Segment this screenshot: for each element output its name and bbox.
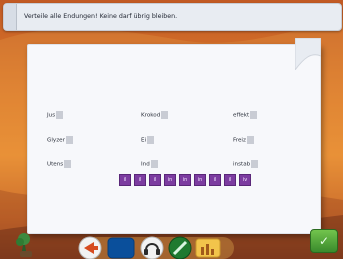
ending-tile[interactable]: il (224, 174, 236, 186)
arrow-icon[interactable] (78, 236, 102, 259)
headphones-icon[interactable] (140, 236, 164, 259)
drop-slot[interactable] (150, 160, 158, 168)
ending-tile[interactable]: in (179, 174, 191, 186)
ending-tile[interactable]: in (164, 174, 176, 186)
instruction-text: Verteile alle Endungen! Keine darf übrig… (24, 13, 178, 20)
drop-slot[interactable] (251, 160, 259, 168)
check-icon: ✓ (318, 234, 330, 248)
ending-tile[interactable]: in (194, 174, 206, 186)
word-item: Freiz (233, 136, 254, 144)
drop-slot[interactable] (56, 111, 64, 119)
bar-cap (4, 4, 17, 30)
pen-icon[interactable] (168, 236, 192, 259)
ending-tile[interactable]: il (209, 174, 221, 186)
toolbar (16, 233, 234, 259)
word-item: Ei (141, 136, 155, 144)
word-item: effekt (233, 111, 258, 119)
paper-curl (295, 38, 321, 70)
plant-icon[interactable] (16, 233, 32, 257)
word-item: Utens (47, 160, 72, 168)
word-item: Ind (141, 160, 158, 168)
drop-slot[interactable] (147, 136, 155, 144)
drop-slot[interactable] (161, 111, 169, 119)
drop-slot[interactable] (65, 136, 73, 144)
ending-tiles: il il il in in in il il iv (119, 174, 251, 186)
drop-slot[interactable] (64, 160, 72, 168)
word-text: effekt (233, 112, 250, 119)
word-item: Glyzer (47, 136, 73, 144)
drop-slot[interactable] (250, 111, 258, 119)
word-item: instab (233, 160, 259, 168)
book-icon[interactable] (107, 237, 135, 259)
word-text: Ei (141, 137, 147, 144)
drop-slot[interactable] (246, 136, 254, 144)
ending-tile[interactable]: iv (239, 174, 251, 186)
ending-tile[interactable]: il (119, 174, 131, 186)
word-text: Utens (47, 161, 64, 168)
instruction-bar: Verteile alle Endungen! Keine darf übrig… (3, 3, 342, 31)
word-text: Glyzer (47, 137, 65, 144)
word-text: Ind (141, 161, 150, 168)
chart-icon[interactable] (195, 238, 221, 258)
ending-tile[interactable]: il (149, 174, 161, 186)
ending-tile[interactable]: il (134, 174, 146, 186)
check-button[interactable]: ✓ (310, 229, 338, 253)
word-item: Krokod (141, 111, 169, 119)
word-item: Jus (47, 111, 64, 119)
word-text: instab (233, 161, 251, 168)
word-text: Krokod (141, 112, 161, 119)
word-text: Jus (47, 112, 56, 119)
word-text: Freiz (233, 137, 246, 144)
